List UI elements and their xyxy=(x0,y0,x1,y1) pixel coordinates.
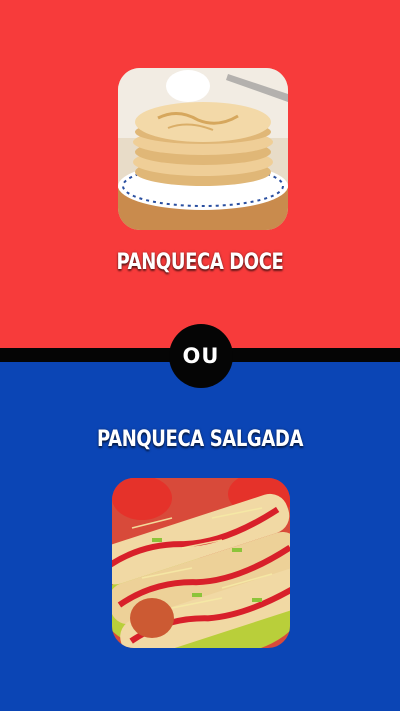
or-separator-badge: OU xyxy=(169,324,233,388)
sweet-pancake-stack-icon xyxy=(118,68,288,230)
sweet-pancake-label: PANQUECA DOCE xyxy=(116,250,284,275)
savory-pancake-label: PANQUECA SALGADA xyxy=(96,427,303,452)
sweet-pancake-image[interactable] xyxy=(118,68,288,230)
savory-pancake-image[interactable] xyxy=(112,478,290,648)
or-label: OU xyxy=(182,344,220,368)
savory-pancake-rolls-icon xyxy=(112,478,290,648)
